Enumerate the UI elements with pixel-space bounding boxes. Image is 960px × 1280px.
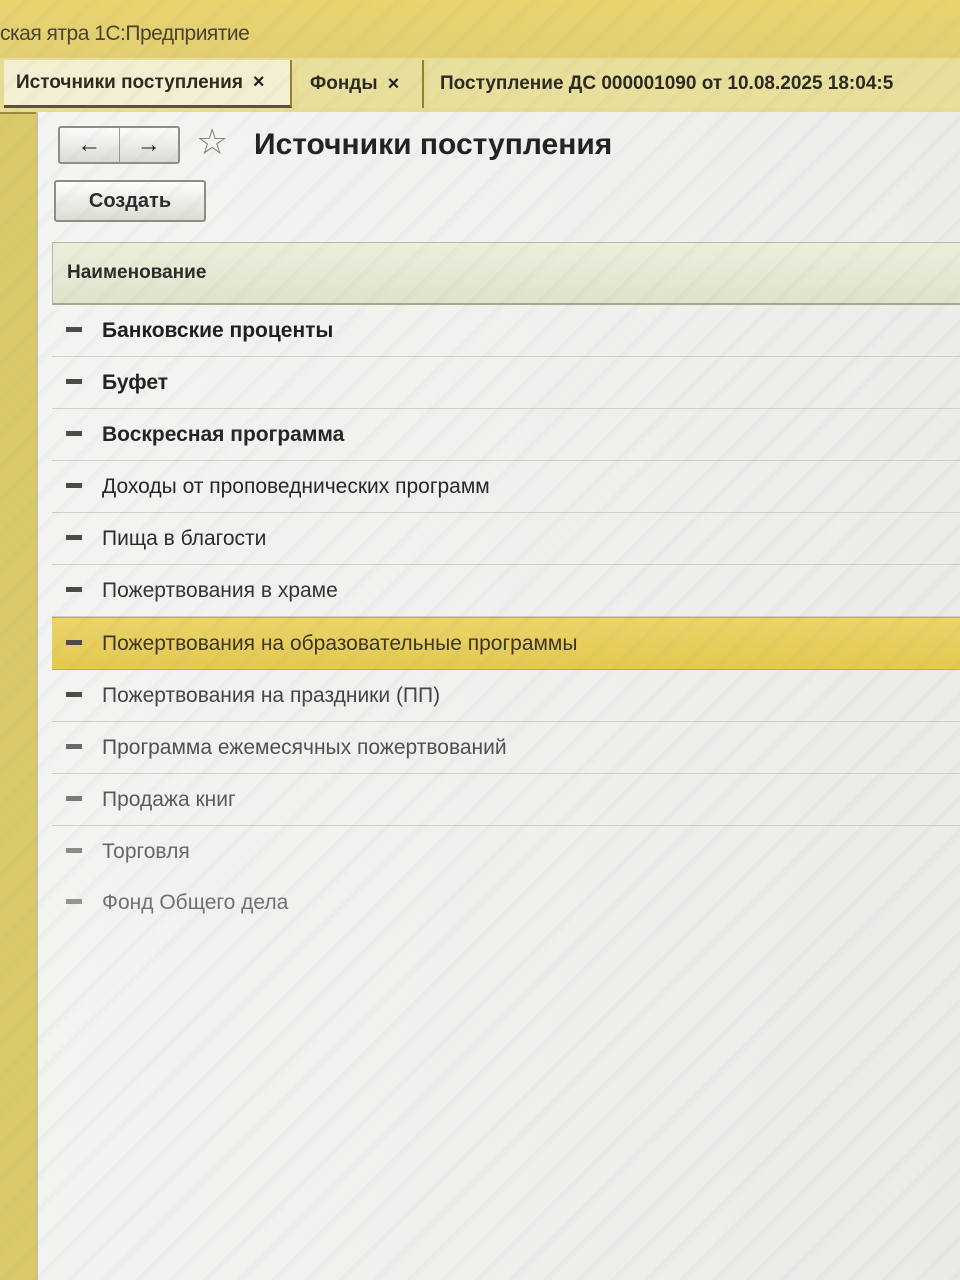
arrow-left-icon: ← [77,131,102,158]
item-marker-icon [66,483,82,488]
row-label: Пожертвования на праздники (ПП) [102,683,441,707]
item-marker-icon [66,744,82,749]
item-marker-icon [66,796,82,801]
item-marker-icon [66,848,82,853]
close-icon[interactable]: × [388,73,400,96]
row-label: Пожертвования на образовательные програм… [102,631,578,655]
row-label: Воскресная программа [102,422,345,446]
table-row[interactable]: Буфет [52,357,960,409]
table-row[interactable]: Пожертвования в храме [52,565,960,617]
row-label: Буфет [102,370,169,394]
item-marker-icon [66,327,82,332]
arrow-right-icon: → [136,131,161,158]
app-title: ская ятра 1С:Предприятие [0,22,250,45]
row-label: Банковские проценты [102,318,334,342]
table-row[interactable]: Пища в благости [52,513,960,565]
item-marker-icon [66,587,82,592]
create-button[interactable]: Создать [54,180,206,222]
item-marker-icon [66,640,82,645]
table-row[interactable]: Воскресная программа [52,409,960,461]
item-marker-icon [66,379,82,384]
column-header-name[interactable]: Наименование [52,243,960,305]
star-icon[interactable]: ☆ [196,124,228,160]
row-label: Пожертвования в храме [102,578,338,602]
table-row[interactable]: Фонд Общего дела [52,877,960,928]
row-label: Пища в благости [102,526,267,550]
row-label: Доходы от проповеднических программ [102,474,490,498]
table-row[interactable]: Банковские проценты [52,305,960,357]
table-row[interactable]: Доходы от проповеднических программ [52,461,960,513]
row-label: Продажа книг [102,787,236,811]
back-button[interactable]: ← [60,128,119,162]
tab-bar: Источники поступления × Фонды × Поступле… [0,58,960,114]
item-marker-icon [66,692,82,697]
item-marker-icon [66,535,82,540]
tab-receipt-document[interactable]: Поступление ДС 000001090 от 10.08.2025 1… [428,60,960,108]
tab-income-sources[interactable]: Источники поступления × [4,60,292,108]
table-row[interactable]: Программа ежемесячных пожертвований [52,722,960,774]
tab-label: Источники поступления [16,71,243,93]
close-icon[interactable]: × [253,71,265,94]
app-titlebar: ская ятра 1С:Предприятие [0,0,960,59]
item-marker-icon [66,431,82,436]
page-title: Источники поступления [254,128,613,161]
row-label: Программа ежемесячных пожертвований [102,735,507,759]
tab-funds[interactable]: Фонды × [298,60,424,108]
row-label: Фонд Общего дела [102,890,289,914]
screen: ская ятра 1С:Предприятие Источники посту… [0,0,960,1280]
item-marker-icon [66,899,82,904]
form-content: ← → ☆ Источники поступления Создать Наим… [36,112,960,1280]
table-row[interactable]: Пожертвования на праздники (ПП) [52,670,960,722]
tab-label: Поступление ДС 000001090 от 10.08.2025 1… [440,73,894,94]
table-row[interactable]: Продажа книг [52,774,960,826]
income-sources-table: Наименование Банковские проценты Буфет В… [52,242,960,928]
table-row[interactable]: Торговля [52,826,960,877]
navigation-buttons: ← → [58,126,180,164]
table-row-selected[interactable]: Пожертвования на образовательные програм… [52,617,960,670]
row-label: Торговля [102,839,190,863]
tab-label: Фонды [310,73,378,94]
forward-button[interactable]: → [118,128,179,162]
